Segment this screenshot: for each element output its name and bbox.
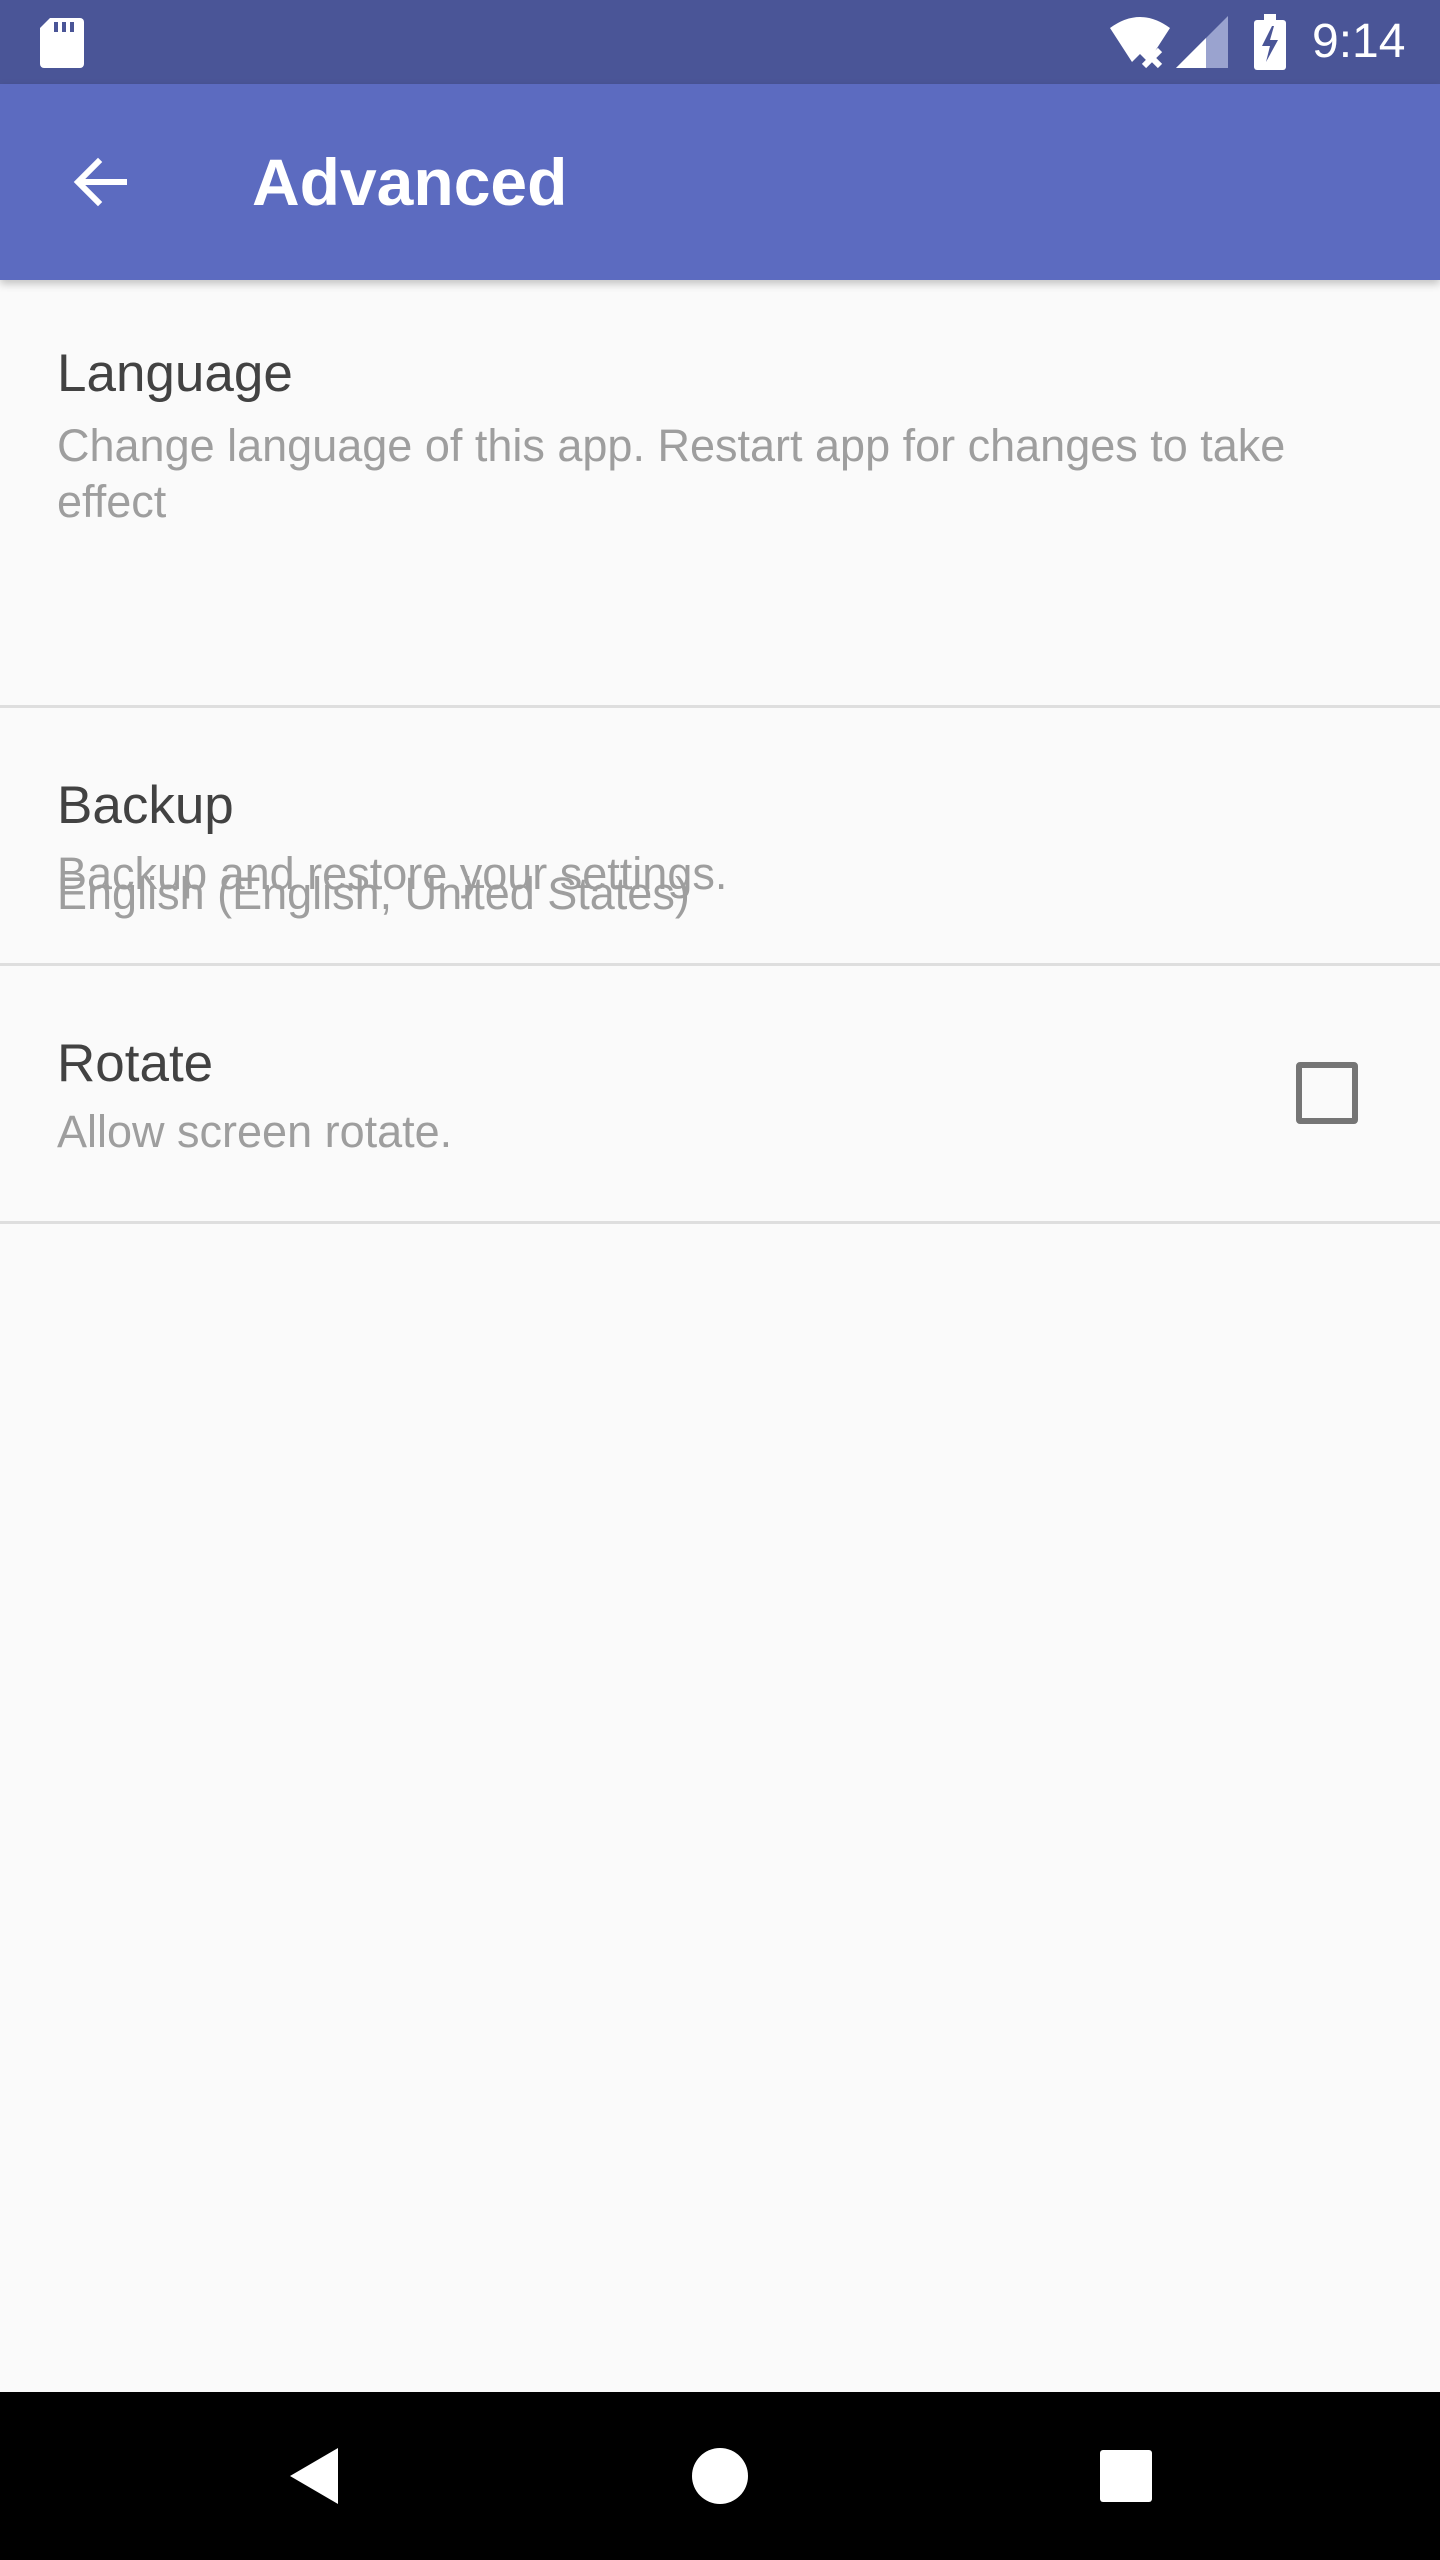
language-summary: Change language of this app. Restart app… (57, 420, 1286, 527)
nav-home-button[interactable] (636, 2392, 804, 2560)
nav-recents-button[interactable] (1042, 2392, 1210, 2560)
battery-charging-icon (1254, 14, 1286, 70)
rotate-summary: Allow screen rotate. (57, 1106, 453, 1157)
backup-setting[interactable]: Backup Backup and restore your settings. (0, 708, 1440, 966)
clock: 9:14 (1312, 15, 1406, 68)
rotate-checkbox[interactable] (1296, 1062, 1358, 1124)
sd-card-icon (40, 18, 84, 68)
backup-title: Backup (57, 776, 234, 835)
backup-summary: Backup and restore your settings. (57, 848, 728, 899)
language-setting[interactable]: Language Change language of this app. Re… (0, 280, 1440, 919)
language-title: Language (57, 344, 293, 403)
nav-home-icon (692, 2448, 748, 2504)
cell-signal-icon (1176, 16, 1228, 68)
nav-recents-icon (1100, 2450, 1152, 2502)
nav-back-button[interactable] (232, 2392, 400, 2560)
app-bar: Advanced (0, 84, 1440, 280)
nav-bar (0, 2392, 1440, 2560)
status-bar: 9:14 (0, 0, 1440, 84)
nav-back-icon (290, 2448, 338, 2504)
rotate-setting[interactable]: Rotate Allow screen rotate. (0, 966, 1440, 1224)
rotate-title: Rotate (57, 1034, 214, 1093)
arrow-back-icon (73, 157, 127, 207)
back-button[interactable] (56, 138, 144, 226)
page-title: Advanced (252, 145, 568, 219)
wifi-icon (1110, 17, 1170, 69)
